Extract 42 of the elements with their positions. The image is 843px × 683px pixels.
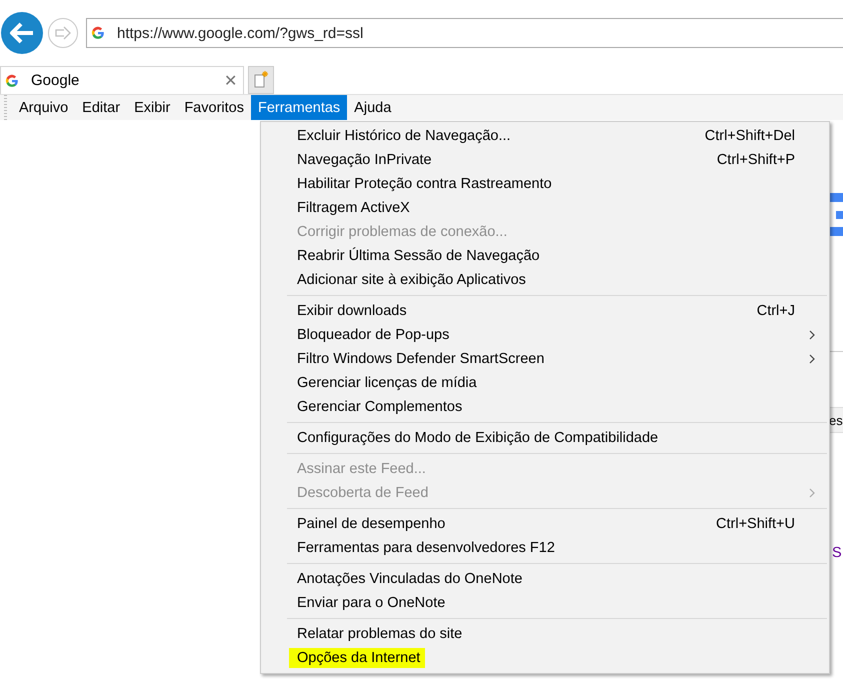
- menu-bar-item[interactable]: Ferramentas: [250, 95, 348, 120]
- menu-item[interactable]: Opções da Internet: [261, 646, 829, 670]
- link-text[interactable]: S: [832, 545, 842, 561]
- menu-item[interactable]: Bloqueador de Pop-ups: [261, 323, 829, 347]
- menu-item[interactable]: Filtragem ActiveX: [261, 196, 829, 220]
- url-text: https://www.google.com/?gws_rd=ssl: [117, 24, 364, 42]
- menu-item[interactable]: Exibir downloads Ctrl+J: [261, 299, 829, 323]
- back-button[interactable]: [1, 12, 43, 54]
- menu-item[interactable]: Relatar problemas do site: [261, 622, 829, 646]
- menu-bar-item[interactable]: Editar: [75, 95, 128, 120]
- menu-item[interactable]: Habilitar Proteção contra Rastreamento: [261, 172, 829, 196]
- menu-item[interactable]: Reabrir Última Sessão de Navegação: [261, 244, 829, 268]
- menu-item[interactable]: Excluir Histórico de Navegação... Ctrl+Shift+Del: [261, 124, 829, 148]
- menu-item[interactable]: Configurações do Modo de Exibição de Compatibilidade: [261, 426, 829, 450]
- address-field[interactable]: https://www.google.com/?gws_rd=ssl: [86, 18, 843, 48]
- arrow-right-icon: [55, 26, 71, 40]
- shortcut-text: Ctrl+J: [756, 303, 795, 319]
- new-tab-button[interactable]: [248, 66, 274, 94]
- new-page-icon: [253, 71, 269, 89]
- menu-item[interactable]: Filtro Windows Defender SmartScreen: [261, 347, 829, 371]
- menu-item[interactable]: Painel de desempenho Ctrl+Shift+U: [261, 512, 829, 536]
- shortcut-text: Ctrl+Shift+U: [716, 516, 795, 532]
- menu-item[interactable]: Navegação InPrivate Ctrl+Shift+P: [261, 148, 829, 172]
- google-g-icon: [91, 26, 105, 40]
- menu-item[interactable]: Gerenciar Complementos: [261, 395, 829, 419]
- highlighted-label: Opções da Internet: [289, 648, 426, 668]
- menu-item[interactable]: Anotações Vinculadas do OneNote: [261, 567, 829, 591]
- menu-bar-item[interactable]: Ajuda: [347, 95, 398, 120]
- shortcut-text: Ctrl+Shift+Del: [704, 128, 795, 144]
- shortcut-text: Ctrl+Shift+P: [716, 152, 795, 168]
- menu-bar-item[interactable]: Favoritos: [177, 95, 251, 120]
- close-tab-button[interactable]: ✕: [222, 70, 239, 90]
- google-g-icon: [5, 74, 19, 88]
- arrow-left-icon: [9, 22, 35, 44]
- menu-bar-item[interactable]: Exibir: [127, 95, 178, 120]
- menu-item[interactable]: Gerenciar licenças de mídia: [261, 371, 829, 395]
- forward-button[interactable]: [48, 18, 78, 48]
- menu-item[interactable]: Adicionar site à exibição Aplicativos: [261, 268, 829, 292]
- menu-item[interactable]: Ferramentas para desenvolvedores F12: [261, 536, 829, 560]
- menu-bar-item[interactable]: Arquivo: [12, 95, 76, 120]
- browser-tab[interactable]: Google ✕: [0, 66, 244, 94]
- menu-item[interactable]: Enviar para o OneNote: [261, 591, 829, 615]
